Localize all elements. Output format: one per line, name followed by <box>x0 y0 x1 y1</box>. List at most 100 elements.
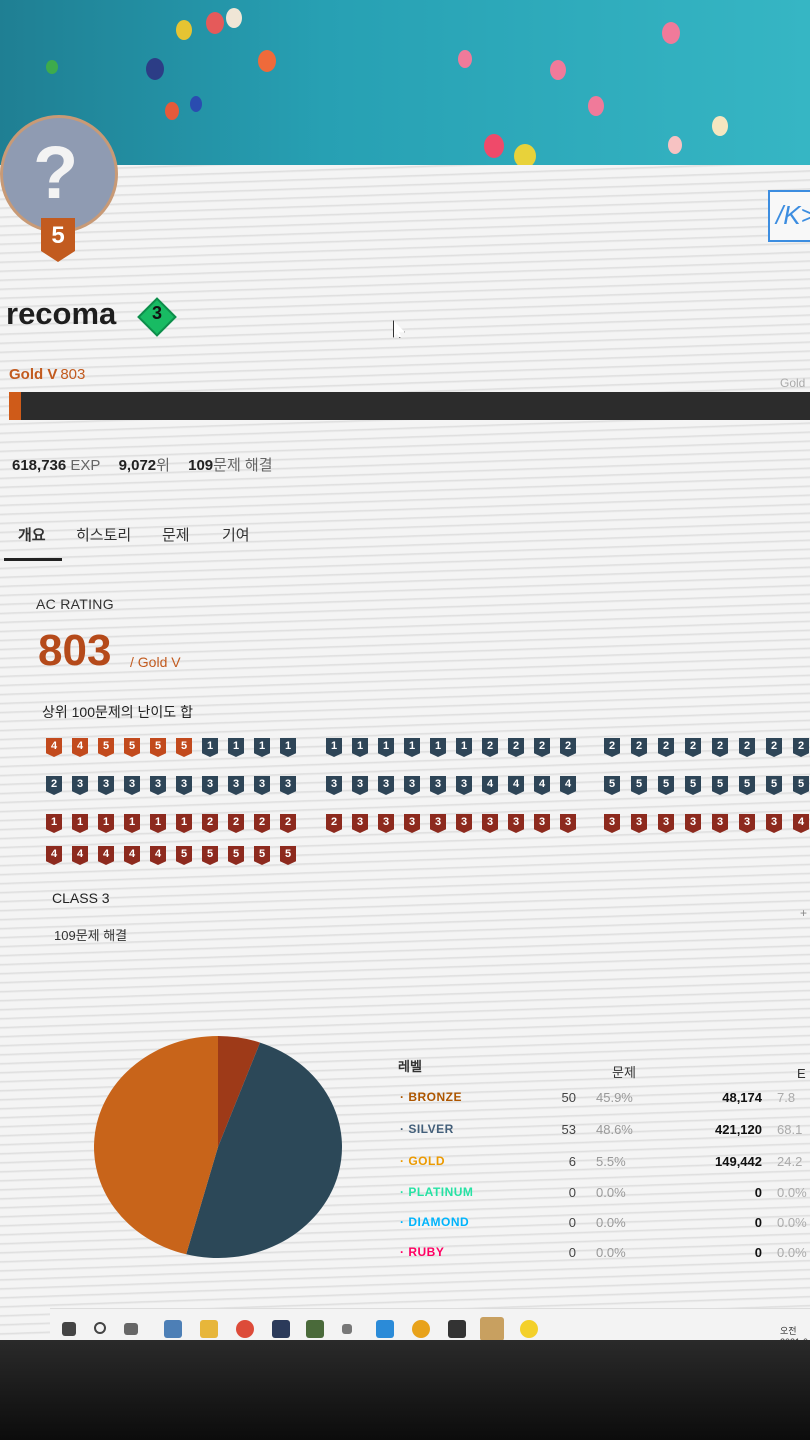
tier-badge-bronze[interactable]: 2 <box>280 814 296 833</box>
tier-badge-silver[interactable]: 5 <box>739 776 755 795</box>
app-icon-3[interactable] <box>412 1320 430 1338</box>
tier-badge-silver[interactable]: 1 <box>430 738 446 757</box>
tier-badge-silver[interactable]: 3 <box>456 776 472 795</box>
tier-badge-bronze[interactable]: 2 <box>228 814 244 833</box>
tier-badge-bronze[interactable]: 1 <box>98 814 114 833</box>
tier-badge-silver[interactable]: 3 <box>352 776 368 795</box>
folder-icon[interactable] <box>200 1320 218 1338</box>
tier-badge-silver[interactable]: 4 <box>534 776 550 795</box>
tier-badge-gold[interactable]: 4 <box>46 738 62 757</box>
tier-badge-bronze[interactable]: 1 <box>124 814 140 833</box>
search-icon[interactable] <box>94 1322 106 1334</box>
tab-overview[interactable]: 개요 <box>18 524 46 545</box>
tab-problems[interactable]: 문제 <box>162 524 190 545</box>
tier-badge-bronze[interactable]: 3 <box>534 814 550 833</box>
tier-badge-bronze[interactable]: 4 <box>72 846 88 865</box>
start-icon[interactable] <box>62 1322 76 1336</box>
tier-badge-silver[interactable]: 3 <box>176 776 192 795</box>
sticky-notes-icon[interactable] <box>480 1317 504 1340</box>
tier-badge-silver[interactable]: 2 <box>685 738 701 757</box>
tier-badge-silver[interactable]: 3 <box>326 776 342 795</box>
tier-badge-bronze[interactable]: 2 <box>202 814 218 833</box>
tab-contribution[interactable]: 기여 <box>222 524 250 545</box>
tier-badge-silver[interactable]: 3 <box>254 776 270 795</box>
tier-badge-silver[interactable]: 1 <box>378 738 394 757</box>
tier-badge-bronze[interactable]: 5 <box>176 846 192 865</box>
tier-badge-silver[interactable]: 2 <box>482 738 498 757</box>
tier-badge-bronze[interactable]: 3 <box>482 814 498 833</box>
tier-badge-bronze[interactable]: 3 <box>658 814 674 833</box>
app-icon-2[interactable] <box>306 1320 324 1338</box>
tier-badge-bronze[interactable]: 1 <box>176 814 192 833</box>
tier-badge-bronze[interactable]: 3 <box>604 814 620 833</box>
tier-badge-silver[interactable]: 2 <box>534 738 550 757</box>
tier-badge-silver[interactable]: 3 <box>404 776 420 795</box>
tier-badge-silver[interactable]: 2 <box>46 776 62 795</box>
tier-badge-silver[interactable]: 5 <box>766 776 782 795</box>
tier-badge-silver[interactable]: 2 <box>604 738 620 757</box>
tier-badge-silver[interactable]: 3 <box>72 776 88 795</box>
tier-badge-bronze[interactable]: 5 <box>280 846 296 865</box>
tier-badge-bronze[interactable]: 4 <box>98 846 114 865</box>
kakaotalk-icon[interactable] <box>520 1320 538 1338</box>
tier-badge-bronze[interactable]: 3 <box>739 814 755 833</box>
tier-badge-bronze[interactable]: 3 <box>560 814 576 833</box>
tier-badge-bronze[interactable]: 3 <box>352 814 368 833</box>
tier-badge-silver[interactable]: 5 <box>793 776 809 795</box>
tier-badge-silver[interactable]: 4 <box>482 776 498 795</box>
tier-badge-bronze[interactable]: 5 <box>202 846 218 865</box>
tier-badge-bronze[interactable]: 4 <box>150 846 166 865</box>
tier-badge-bronze[interactable]: 3 <box>508 814 524 833</box>
tier-badge-silver[interactable]: 3 <box>378 776 394 795</box>
tier-badge-silver[interactable]: 3 <box>430 776 446 795</box>
tier-badge-silver[interactable]: 5 <box>712 776 728 795</box>
tier-badge-silver[interactable]: 2 <box>560 738 576 757</box>
tier-badge-bronze[interactable]: 1 <box>46 814 62 833</box>
taskbar-clock[interactable]: 오전 2021-0 <box>780 1326 808 1340</box>
tier-badge-gold[interactable]: 5 <box>176 738 192 757</box>
tier-badge-bronze[interactable]: 3 <box>378 814 394 833</box>
tier-badge-silver[interactable]: 5 <box>685 776 701 795</box>
tier-badge-gold[interactable]: 5 <box>150 738 166 757</box>
tier-badge-silver[interactable]: 1 <box>456 738 472 757</box>
tier-badge-silver[interactable]: 1 <box>404 738 420 757</box>
tier-badge-silver[interactable]: 1 <box>326 738 342 757</box>
tier-badge-silver[interactable]: 3 <box>124 776 140 795</box>
tier-badge-gold[interactable]: 5 <box>124 738 140 757</box>
tier-badge-bronze[interactable]: 3 <box>631 814 647 833</box>
app-icon[interactable] <box>272 1320 290 1338</box>
volume-icon[interactable] <box>342 1324 352 1334</box>
class-badge[interactable]: 3 <box>137 297 177 337</box>
tier-badge-silver[interactable]: 2 <box>766 738 782 757</box>
expand-plus-icon[interactable]: + <box>800 906 807 920</box>
tier-badge-bronze[interactable]: 4 <box>46 846 62 865</box>
tier-badge-silver[interactable]: 4 <box>560 776 576 795</box>
brand-logo[interactable]: /K> <box>768 190 810 242</box>
tier-badge-bronze[interactable]: 4 <box>124 846 140 865</box>
tier-badge-silver[interactable]: 5 <box>604 776 620 795</box>
tier-badge-bronze[interactable]: 5 <box>228 846 244 865</box>
tier-badge-silver[interactable]: 3 <box>202 776 218 795</box>
tier-badge-silver[interactable]: 3 <box>150 776 166 795</box>
tier-badge-silver[interactable]: 2 <box>508 738 524 757</box>
tier-badge-bronze[interactable]: 3 <box>456 814 472 833</box>
tier-badge-bronze[interactable]: 5 <box>254 846 270 865</box>
tier-badge-bronze[interactable]: 2 <box>326 814 342 833</box>
tab-history[interactable]: 히스토리 <box>76 524 131 545</box>
tier-badge-silver[interactable]: 2 <box>658 738 674 757</box>
tier-badge-silver[interactable]: 2 <box>712 738 728 757</box>
tier-badge-bronze[interactable]: 3 <box>404 814 420 833</box>
tier-badge-silver[interactable]: 5 <box>631 776 647 795</box>
mail-icon[interactable] <box>164 1320 182 1338</box>
tier-badge-silver[interactable]: 2 <box>739 738 755 757</box>
vscode-icon[interactable] <box>376 1320 394 1338</box>
tier-badge-bronze[interactable]: 1 <box>72 814 88 833</box>
tier-badge-bronze[interactable]: 3 <box>685 814 701 833</box>
tier-badge-silver[interactable]: 1 <box>202 738 218 757</box>
tier-badge-silver[interactable]: 3 <box>228 776 244 795</box>
tier-badge-silver[interactable]: 3 <box>98 776 114 795</box>
tier-badge-silver[interactable]: 3 <box>280 776 296 795</box>
avatar[interactable]: ? <box>0 115 118 233</box>
task-view-icon[interactable] <box>124 1323 138 1335</box>
tier-badge-silver[interactable]: 1 <box>254 738 270 757</box>
